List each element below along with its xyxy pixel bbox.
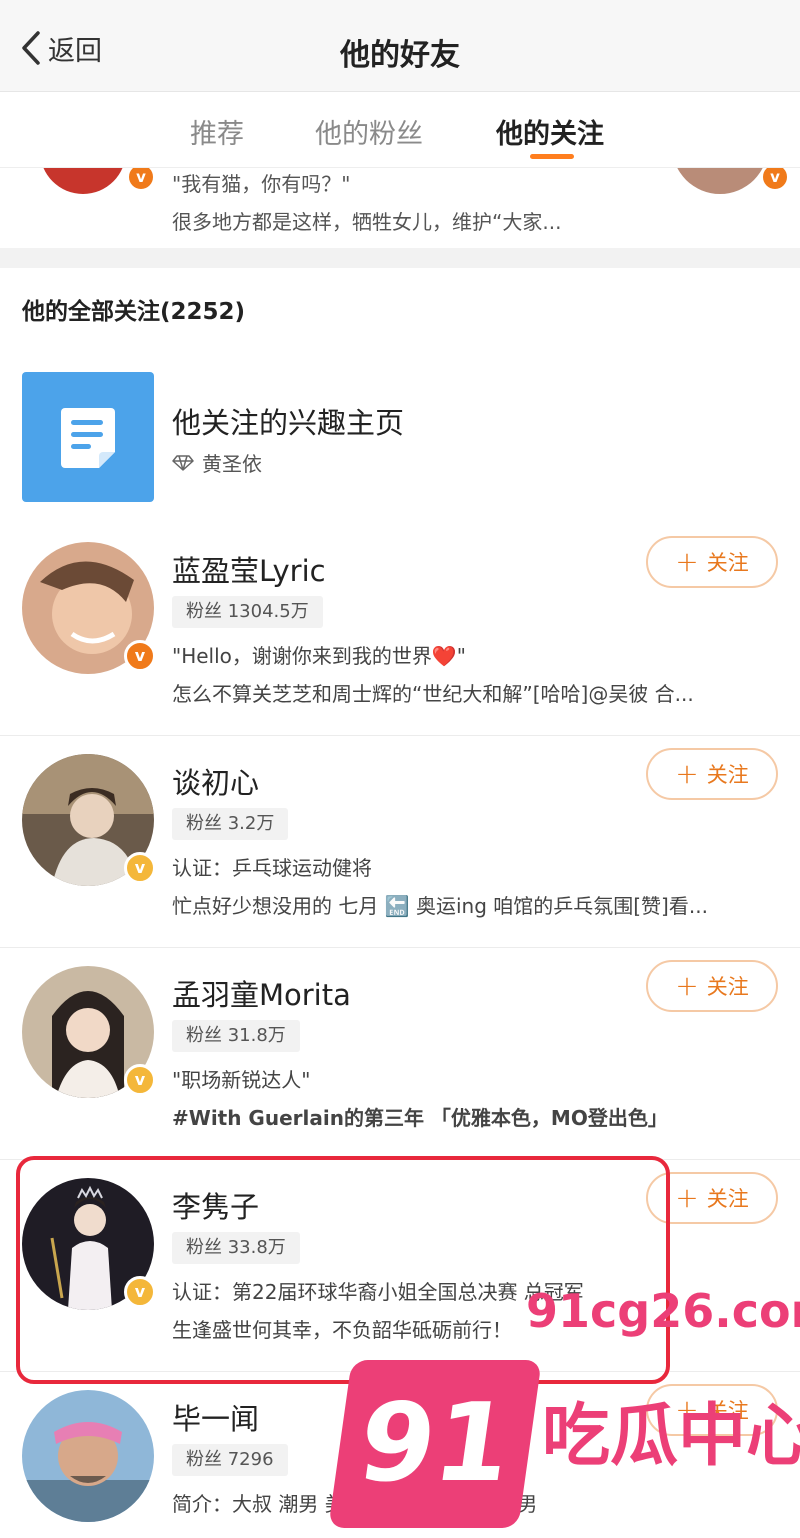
verified-badge-icon: v	[124, 852, 156, 884]
follow-button[interactable]: + 关注	[646, 960, 778, 1012]
verified-badge-icon: v	[126, 168, 156, 192]
avatar[interactable]	[672, 168, 768, 194]
list-item[interactable]: v 孟羽童Morita 粉丝 31.8万 "职场新锐达人" #With Guer…	[0, 948, 800, 1160]
interest-page-item[interactable]: 他关注的兴趣主页 黄圣依	[0, 360, 800, 520]
user-name[interactable]: 谈初心	[172, 760, 259, 802]
tab-recommend[interactable]: 推荐	[190, 112, 244, 151]
user-description: "职场新锐达人"	[172, 1068, 311, 1092]
fans-count: 粉丝 31.8万	[172, 1020, 300, 1052]
user-latest-post: 怎么不算关芝芝和周士辉的“世纪大和解”[哈哈]@吴彼 合...	[172, 682, 694, 706]
user-latest-post: #With Guerlain的第三年 「优雅本色，MO登出色」	[172, 1106, 668, 1130]
user-name[interactable]: 孟羽童Morita	[172, 972, 351, 1014]
fans-count: 粉丝 3.2万	[172, 808, 289, 840]
avatar[interactable]	[40, 168, 126, 194]
active-tab-indicator	[530, 154, 574, 159]
follow-label: 关注	[706, 551, 749, 575]
watermark-logo: 91	[328, 1360, 542, 1528]
plus-icon: +	[675, 545, 699, 578]
watermark: 91cg26.com 91 吃瓜中心	[328, 1270, 800, 1538]
snippet-line: 很多地方都是这样，牺牲女儿，维护“大家...	[172, 210, 562, 234]
recommend-card[interactable]: v v "我有猫，你有吗？" 很多地方都是这样，牺牲女儿，维护“大家...	[0, 168, 800, 248]
diamond-icon	[172, 454, 194, 471]
nav-bar: 返回 他的好友	[0, 0, 800, 92]
user-description: "Hello，谢谢你来到我的世界❤️"	[172, 644, 466, 668]
user-name[interactable]: 毕一闻	[172, 1396, 259, 1438]
follow-label: 关注	[706, 1187, 749, 1211]
section-divider	[0, 248, 800, 268]
tab-his-follows[interactable]: 他的关注	[496, 112, 604, 151]
follow-label: 关注	[706, 763, 749, 787]
tab-his-fans[interactable]: 他的粉丝	[315, 112, 423, 151]
interest-title: 他关注的兴趣主页	[172, 406, 405, 440]
verified-badge-icon: v	[760, 168, 790, 192]
document-icon	[22, 372, 154, 502]
follow-button[interactable]: + 关注	[646, 748, 778, 800]
snippet-line: "我有猫，你有吗？"	[172, 172, 351, 196]
list-item[interactable]: v 谈初心 粉丝 3.2万 认证：乒乓球运动健将 忙点好少想没用的 七月 🔚 奥…	[0, 736, 800, 948]
section-title: 他的全部关注(2252)	[22, 299, 246, 325]
watermark-text: 吃瓜中心	[542, 1397, 800, 1476]
avatar[interactable]	[22, 1390, 154, 1522]
plus-icon: +	[675, 969, 699, 1002]
follow-label: 关注	[706, 975, 749, 999]
page-title: 他的好友	[340, 38, 460, 73]
interest-subtitle: 黄圣依	[172, 448, 262, 477]
verified-badge-icon: v	[124, 1064, 156, 1096]
list-item[interactable]: v 蓝盈莹Lyric 粉丝 1304.5万 "Hello，谢谢你来到我的世界❤️…	[0, 524, 800, 736]
tab-bar: 推荐 他的粉丝 他的关注	[0, 92, 800, 168]
watermark-number: 91	[351, 1381, 519, 1506]
user-description: 认证：乒乓球运动健将	[172, 856, 372, 880]
follow-button[interactable]: + 关注	[646, 536, 778, 588]
user-name[interactable]: 蓝盈莹Lyric	[172, 548, 326, 590]
fans-count: 粉丝 1304.5万	[172, 596, 323, 628]
plus-icon: +	[675, 757, 699, 790]
watermark-url: 91cg26.com	[526, 1284, 800, 1338]
plus-icon: +	[675, 1181, 699, 1214]
verified-badge-icon: v	[124, 640, 156, 672]
fans-count: 粉丝 7296	[172, 1444, 288, 1476]
interest-owner: 黄圣依	[202, 452, 262, 476]
user-latest-post: 忙点好少想没用的 七月 🔚 奥运ing 咱馆的乒乓氛围[赞]看...	[172, 894, 708, 918]
